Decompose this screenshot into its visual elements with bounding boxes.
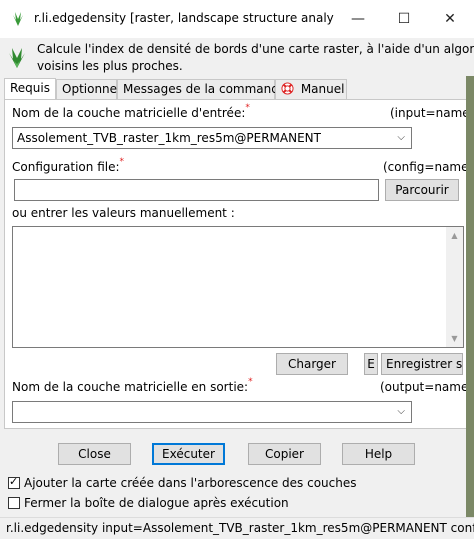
description-line-1: Calcule l'index de densité de bords d'un… — [37, 42, 474, 56]
output-layer-select[interactable]: ⌵ — [12, 401, 412, 423]
close-after-checkbox[interactable] — [8, 497, 20, 509]
input-layer-select[interactable]: Assolement_TVB_raster_1km_res5m@PERMANEN… — [12, 127, 412, 149]
config-file-label: Configuration file:* — [12, 157, 125, 174]
tab-messages-label: Messages de la commande — [123, 82, 287, 96]
load-button[interactable]: Charger — [276, 353, 348, 375]
output-param-hint: (output=name) — [380, 380, 474, 394]
scroll-down-icon[interactable]: ▼ — [446, 330, 463, 347]
help-button[interactable]: Help — [342, 443, 415, 465]
close-button[interactable]: Close — [58, 443, 131, 465]
manual-entry-label: ou entrer les valeurs manuellement : — [12, 206, 235, 220]
manual-values-textarea[interactable]: ▲ ▼ — [12, 226, 464, 348]
output-layer-label: Nom de la couche matricielle en sortie:* — [12, 377, 253, 394]
lifebuoy-icon — [281, 82, 294, 95]
description-line-2: voisins les plus proches. — [37, 59, 183, 73]
title-bar[interactable]: r.li.edgedensity [raster, landscape stru… — [0, 0, 474, 38]
scroll-up-icon[interactable]: ▲ — [446, 227, 463, 244]
add-layer-label: Ajouter la carte créée dans l'arborescen… — [24, 476, 357, 490]
close-after-label: Fermer la boîte de dialogue après exécut… — [24, 496, 289, 510]
tab-optionnel-label: Optionnel — [62, 82, 121, 96]
input-layer-label: Nom de la couche matricielle d'entrée:* — [12, 103, 250, 120]
required-mark: * — [248, 377, 253, 387]
required-mark: * — [245, 103, 250, 113]
output-layer-label-text: Nom de la couche matricielle en sortie: — [12, 380, 249, 394]
checkmark-icon: ✓ — [9, 475, 19, 488]
background-edge — [466, 76, 474, 517]
input-param-hint: (input=name) — [390, 106, 474, 120]
maximize-button[interactable]: ☐ — [381, 0, 427, 38]
required-mark: * — [119, 157, 125, 167]
copy-button[interactable]: Copier — [248, 443, 321, 465]
save-as-button[interactable]: Enregistrer sou — [381, 353, 463, 375]
dialog-window: r.li.edgedensity [raster, landscape stru… — [0, 0, 474, 539]
tab-manuel-label: Manuel — [300, 82, 345, 96]
input-layer-label-text: Nom de la couche matricielle d'entrée: — [12, 106, 246, 120]
browse-button[interactable]: Parcourir — [385, 179, 459, 201]
tab-messages[interactable]: Messages de la commande — [117, 79, 286, 99]
save-e-button[interactable]: E — [364, 353, 378, 375]
add-layer-checkbox[interactable]: ✓ — [8, 475, 20, 489]
tab-requis-label: Requis — [10, 81, 50, 95]
command-status-bar: r.li.edgedensity input=Assolement_TVB_ra… — [0, 517, 474, 539]
tab-optionnel[interactable]: Optionnel — [56, 79, 121, 99]
chevron-down-icon: ⌵ — [397, 406, 405, 417]
close-window-button[interactable]: ✕ — [427, 0, 473, 38]
minimize-button[interactable]: — — [335, 0, 381, 38]
textarea-scrollbar[interactable]: ▲ ▼ — [446, 227, 463, 347]
tab-requis[interactable]: Requis — [4, 78, 56, 99]
chevron-down-icon: ⌵ — [397, 132, 405, 143]
tab-manuel[interactable]: Manuel — [275, 79, 347, 99]
config-param-hint: (config=name) — [383, 160, 474, 174]
module-description: Calcule l'index de densité de bords d'un… — [37, 41, 474, 75]
grass-app-icon — [13, 12, 23, 26]
window-title: r.li.edgedensity [raster, landscape stru… — [34, 11, 334, 25]
tab-pane-requis: Nom de la couche matricielle d'entrée:* … — [4, 99, 474, 429]
input-layer-value: Assolement_TVB_raster_1km_res5m@PERMANEN… — [17, 131, 321, 145]
config-file-label-text: Configuration file: — [12, 160, 120, 174]
grass-module-icon — [9, 48, 25, 68]
config-file-input[interactable] — [14, 179, 379, 201]
run-button[interactable]: Exécuter — [152, 443, 225, 465]
